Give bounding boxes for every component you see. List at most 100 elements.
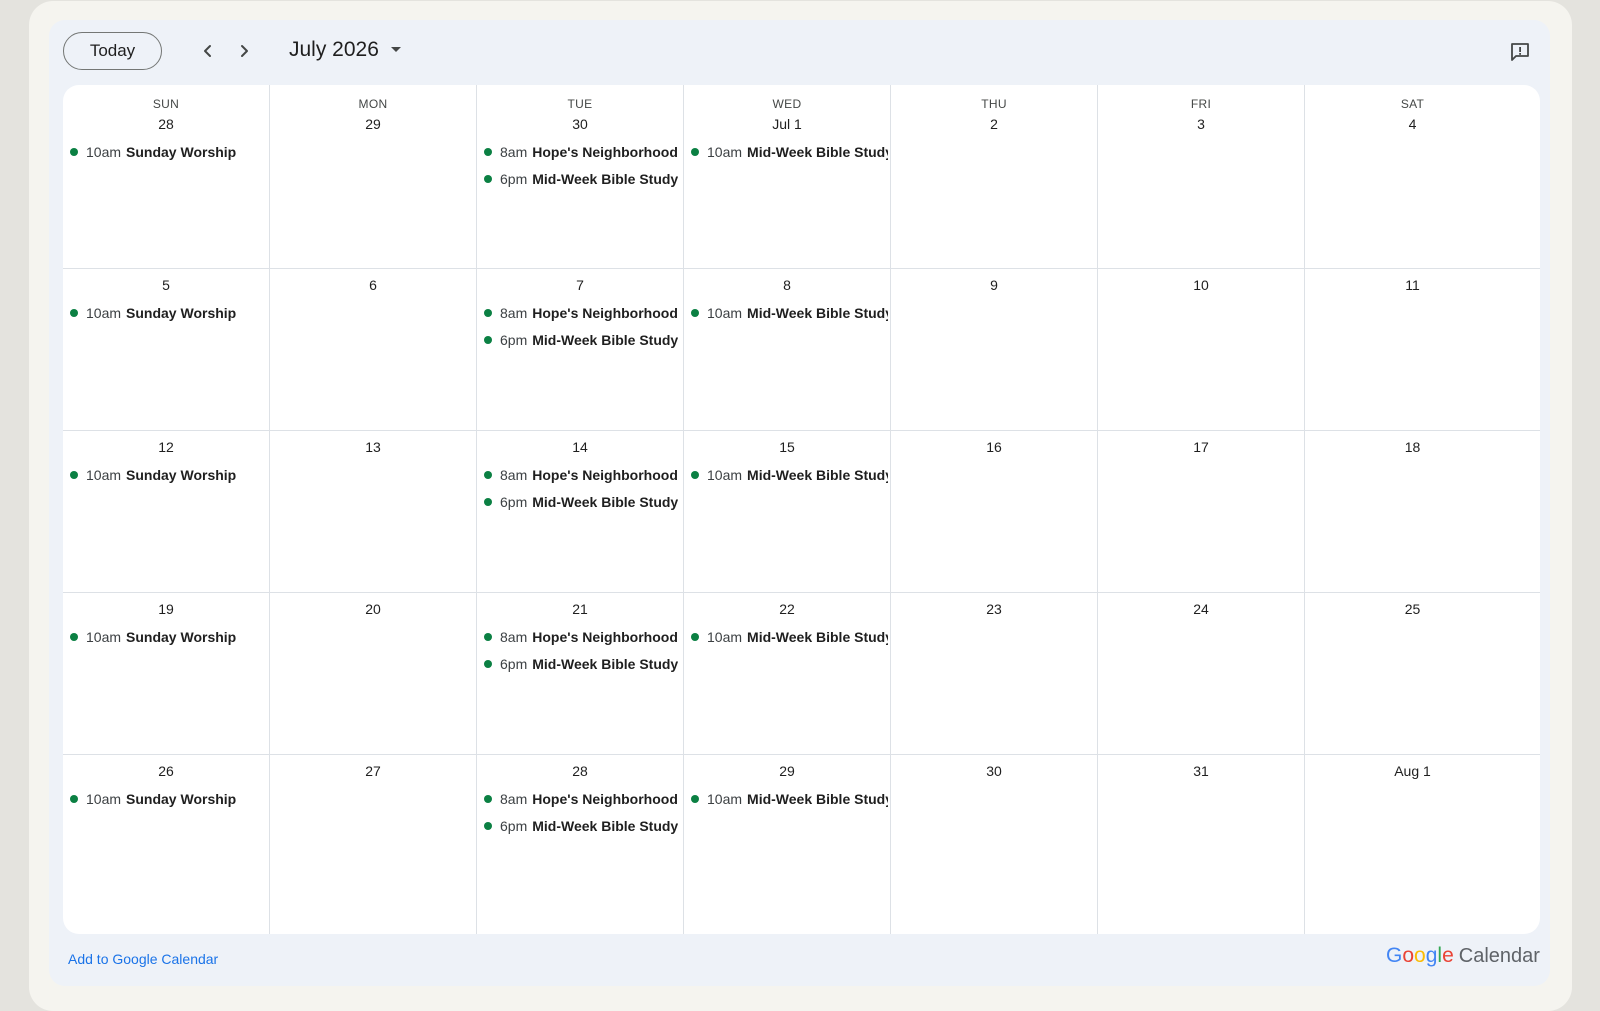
event-time: 8am <box>500 629 528 645</box>
day-cell[interactable]: 25 <box>1305 592 1520 754</box>
day-cell[interactable]: SAT 4 <box>1305 85 1520 268</box>
day-number[interactable]: 25 <box>1305 601 1520 617</box>
day-cell[interactable]: 31 <box>1098 754 1305 934</box>
day-cell[interactable]: 21 8amHope's Neighborhood Outreach 6pmMid-… <box>477 592 684 754</box>
day-number[interactable]: 16 <box>891 439 1097 455</box>
day-number[interactable]: 20 <box>270 601 476 617</box>
day-cell[interactable]: SUN 28 10am Sunday Worship <box>63 85 270 268</box>
day-number[interactable]: Aug 1 <box>1305 763 1520 779</box>
day-number[interactable]: 28 <box>63 116 269 132</box>
event-chip[interactable]: 10am Mid-Week Bible Study <box>691 302 888 324</box>
day-number[interactable]: 7 <box>477 277 683 293</box>
event-chip[interactable]: 8amHope's Neighborhood Outreach <box>484 302 681 324</box>
month-selector[interactable]: July 2026 <box>289 38 401 62</box>
day-number[interactable]: 9 <box>891 277 1097 293</box>
day-cell[interactable]: 27 <box>270 754 477 934</box>
day-number[interactable]: 29 <box>270 116 476 132</box>
feedback-button[interactable] <box>1505 38 1535 66</box>
next-month-button[interactable] <box>229 36 259 66</box>
day-number[interactable]: 5 <box>63 277 269 293</box>
day-number[interactable]: 19 <box>63 601 269 617</box>
day-cell[interactable]: 23 <box>891 592 1098 754</box>
event-chip[interactable]: 8amHope's Neighborhood Outreach <box>484 141 681 163</box>
day-cell[interactable]: 20 <box>270 592 477 754</box>
day-cell[interactable]: 30 <box>891 754 1098 934</box>
day-number[interactable]: 12 <box>63 439 269 455</box>
day-number[interactable]: 13 <box>270 439 476 455</box>
event-chip[interactable]: 6pm Mid-Week Bible Study <box>484 329 681 351</box>
day-number[interactable]: 31 <box>1098 763 1304 779</box>
day-cell[interactable]: 9 <box>891 268 1098 430</box>
event-chip[interactable]: 6pm Mid-Week Bible Study <box>484 815 681 837</box>
previous-month-button[interactable] <box>193 36 223 66</box>
day-number[interactable]: 17 <box>1098 439 1304 455</box>
day-cell[interactable]: 17 <box>1098 430 1305 592</box>
day-cell[interactable]: TUE308amHope's Neighborhood Outreach6pmM… <box>477 85 684 268</box>
day-cell[interactable]: 5 10am Sunday Worship <box>63 268 270 430</box>
day-cell[interactable]: 28 8amHope's Neighborhood Outreach 6pmMid-… <box>477 754 684 934</box>
event-chip[interactable]: 6pm Mid-Week Bible Study <box>484 168 681 190</box>
day-number[interactable]: 2 <box>891 116 1097 132</box>
event-chip[interactable]: 10am Mid-Week Bible Study <box>691 464 888 486</box>
day-cell[interactable]: Aug 1 <box>1305 754 1520 934</box>
day-number[interactable]: 30 <box>891 763 1097 779</box>
event-chip[interactable]: 10am Mid-Week Bible Study <box>691 141 888 163</box>
event-chip[interactable]: 6pm Mid-Week Bible Study <box>484 491 681 513</box>
day-cell[interactable]: THU 2 <box>891 85 1098 268</box>
day-number[interactable]: 30 <box>477 116 683 132</box>
day-number[interactable]: 28 <box>477 763 683 779</box>
add-to-google-calendar-link[interactable]: Add to Google Calendar <box>68 951 218 967</box>
event-chip[interactable]: 10am Sunday Worship <box>70 141 267 163</box>
day-number[interactable]: 29 <box>684 763 890 779</box>
event-chip[interactable]: 10am Mid-Week Bible Study <box>691 626 888 648</box>
day-cell[interactable]: 7 8amHope's Neighborhood Outreach 6pmMid-W… <box>477 268 684 430</box>
day-cell[interactable]: 11 <box>1305 268 1520 430</box>
day-cell[interactable]: 15 10am Mid-Week Bible Study <box>684 430 891 592</box>
event-chip[interactable]: 10am Sunday Worship <box>70 302 267 324</box>
day-cell[interactable]: 16 <box>891 430 1098 592</box>
day-number[interactable]: 27 <box>270 763 476 779</box>
event-title: Mid-Week Bible Study <box>747 467 888 483</box>
day-cell[interactable]: 10 <box>1098 268 1305 430</box>
day-cell[interactable]: FRI 3 <box>1098 85 1305 268</box>
event-chip[interactable]: 10am Sunday Worship <box>70 788 267 810</box>
day-number[interactable]: 26 <box>63 763 269 779</box>
event-chip[interactable]: 8amHope's Neighborhood Outreach <box>484 626 681 648</box>
day-cell[interactable]: 14 8amHope's Neighborhood Outreach 6pmMid-… <box>477 430 684 592</box>
day-cell[interactable]: 29 10am Mid-Week Bible Study <box>684 754 891 934</box>
day-cell[interactable]: 22 10am Mid-Week Bible Study <box>684 592 891 754</box>
day-cell[interactable]: 8 10am Mid-Week Bible Study <box>684 268 891 430</box>
day-number[interactable]: Jul 1 <box>684 116 890 132</box>
day-cell[interactable]: 19 10am Sunday Worship <box>63 592 270 754</box>
event-chip[interactable]: 10am Sunday Worship <box>70 626 267 648</box>
day-cell[interactable]: 12 10am Sunday Worship <box>63 430 270 592</box>
day-of-week-label: SUN <box>152 97 180 111</box>
day-number[interactable]: 15 <box>684 439 890 455</box>
day-number[interactable]: 24 <box>1098 601 1304 617</box>
day-number[interactable]: 6 <box>270 277 476 293</box>
day-number[interactable]: 23 <box>891 601 1097 617</box>
day-number[interactable]: 4 <box>1305 116 1520 132</box>
day-number[interactable]: 14 <box>477 439 683 455</box>
day-number[interactable]: 22 <box>684 601 890 617</box>
event-chip[interactable]: 10am Sunday Worship <box>70 464 267 486</box>
event-chip[interactable]: 10am Mid-Week Bible Study <box>691 788 888 810</box>
day-cell[interactable]: 26 10am Sunday Worship <box>63 754 270 934</box>
day-number[interactable]: 18 <box>1305 439 1520 455</box>
event-chip[interactable]: 6pm Mid-Week Bible Study <box>484 653 681 675</box>
event-dot-icon <box>691 795 699 803</box>
today-button[interactable]: Today <box>63 32 162 70</box>
day-number[interactable]: 3 <box>1098 116 1304 132</box>
day-number[interactable]: 11 <box>1305 277 1520 293</box>
day-number[interactable]: 10 <box>1098 277 1304 293</box>
day-cell[interactable]: 13 <box>270 430 477 592</box>
day-cell[interactable]: 24 <box>1098 592 1305 754</box>
event-chip[interactable]: 8amHope's Neighborhood Outreach <box>484 464 681 486</box>
day-cell[interactable]: 18 <box>1305 430 1520 592</box>
day-number[interactable]: 8 <box>684 277 890 293</box>
day-cell[interactable]: 6 <box>270 268 477 430</box>
day-number[interactable]: 21 <box>477 601 683 617</box>
event-chip[interactable]: 8amHope's Neighborhood Outreach <box>484 788 681 810</box>
day-cell[interactable]: WED Jul 1 10am Mid-Week Bible Study <box>684 85 891 268</box>
day-cell[interactable]: MON 29 <box>270 85 477 268</box>
